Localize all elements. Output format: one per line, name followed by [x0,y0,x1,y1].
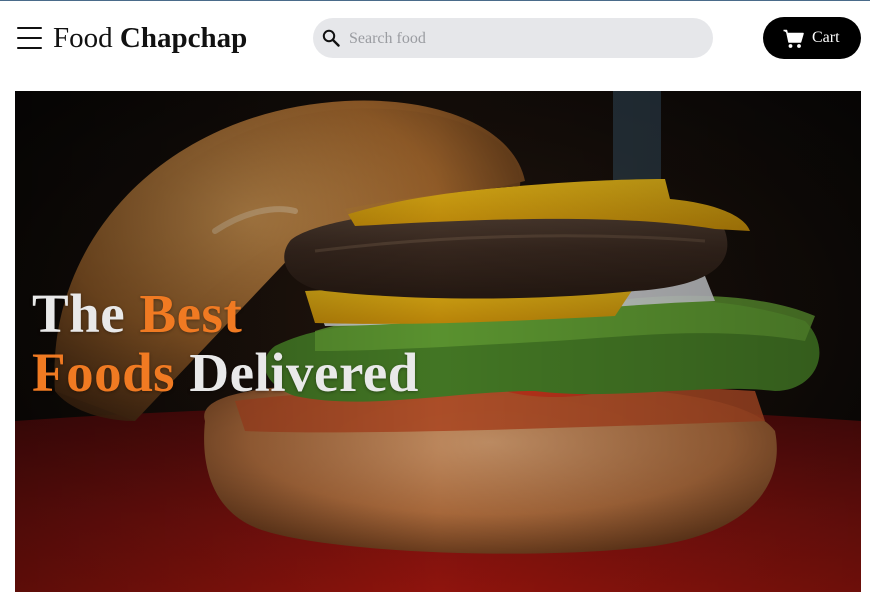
top-navbar: Food Chapchap Cart [0,1,870,77]
cart-button[interactable]: Cart [763,17,861,59]
search-input[interactable] [347,18,701,60]
hero-banner: The Best Foods Delivered [15,91,861,592]
headline-word-foods: Foods [32,342,176,403]
brand-name-bold: Chapchap [119,22,248,54]
search-bar [313,18,713,60]
headline-word-best: Best [139,283,243,344]
headline-word-the: The [32,283,126,344]
cart-label: Cart [812,29,840,46]
hamburger-menu-icon[interactable] [17,27,42,49]
brand-name-light: Food [53,22,113,54]
hero-headline: The Best Foods Delivered [32,284,419,402]
brand-logo[interactable]: Food Chapchap [53,20,247,56]
headline-word-delivered: Delivered [189,342,419,403]
search-icon[interactable] [322,29,340,47]
cart-icon [783,29,804,48]
